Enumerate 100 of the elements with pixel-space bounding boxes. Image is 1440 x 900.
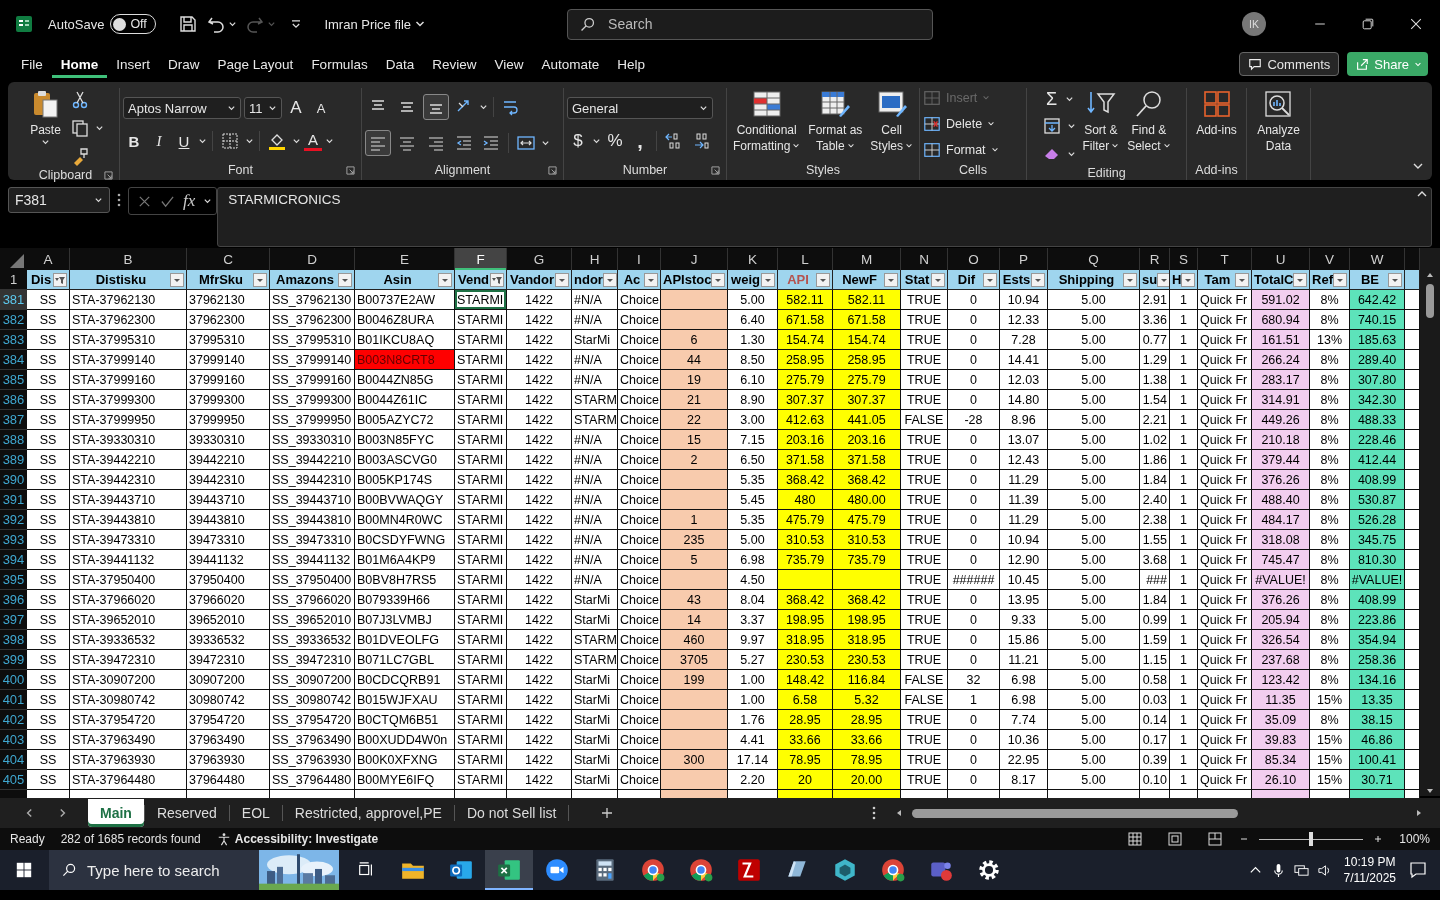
row-number[interactable]: 404 (0, 750, 27, 770)
dialog-launcher-icon[interactable] (346, 165, 355, 175)
filter-button[interactable] (253, 272, 267, 287)
row-number[interactable]: 381 (0, 290, 27, 310)
underline-button[interactable]: U (173, 130, 195, 152)
file-name[interactable]: Imran Price file (324, 16, 412, 32)
filter-button[interactable] (931, 272, 945, 287)
zoom-in-icon[interactable] (1373, 834, 1384, 844)
editing-button[interactable]: Find & Select (1125, 88, 1173, 154)
menu-tab[interactable]: Draw (159, 50, 209, 78)
menu-tab[interactable]: View (485, 50, 533, 78)
filter-button[interactable] (438, 272, 452, 287)
comma-style-button[interactable]: , (629, 130, 651, 152)
row-number[interactable]: 391 (0, 490, 27, 510)
save-icon[interactable] (178, 14, 199, 34)
column-letter[interactable]: A (27, 248, 70, 270)
caret-icon[interactable] (541, 138, 550, 148)
menu-tab[interactable]: Help (608, 50, 655, 78)
accessibility-icon[interactable] (216, 832, 231, 846)
caret-icon[interactable] (1067, 121, 1077, 131)
caret-icon[interactable] (592, 136, 601, 146)
cells-button[interactable]: Format (923, 140, 1023, 160)
sheet-tab[interactable]: Restricted, approvel,PE (282, 799, 454, 827)
row-number[interactable]: 395 (0, 570, 27, 590)
filter-button[interactable] (338, 272, 352, 287)
filter-button[interactable] (1293, 272, 1308, 287)
accessibility-status[interactable]: Accessibility: Investigate (234, 832, 379, 846)
caret-icon[interactable] (94, 123, 104, 133)
search-field[interactable]: Search (567, 8, 934, 40)
sheet-tab[interactable]: EOL (229, 799, 282, 827)
scroll-thumb[interactable] (912, 808, 1238, 818)
column-letter[interactable]: D (270, 248, 355, 270)
column-letter[interactable]: W (1350, 248, 1405, 270)
clock-date[interactable]: 7/11/2025 (1343, 870, 1396, 886)
row-number[interactable]: 394 (0, 550, 27, 570)
insert-function-button[interactable]: fx (183, 191, 196, 211)
column-letter[interactable]: L (778, 248, 833, 270)
speaker-icon[interactable] (1316, 862, 1332, 878)
font-color-button[interactable]: A (304, 131, 322, 151)
row-number[interactable]: 387 (0, 410, 27, 430)
filter-button[interactable] (53, 272, 67, 287)
filter-button[interactable] (1388, 272, 1402, 287)
column-letter[interactable]: K (728, 248, 778, 270)
column-letter[interactable]: P (1000, 248, 1048, 270)
column-letter[interactable]: R (1140, 248, 1170, 270)
network-icon[interactable] (1293, 862, 1309, 878)
menu-tab[interactable]: Automate (532, 50, 609, 78)
filter-button[interactable] (602, 272, 617, 287)
row-number[interactable]: 399 (0, 650, 27, 670)
sheet-tab[interactable]: Do not Sell list (454, 799, 569, 827)
dialog-launcher-icon[interactable] (711, 165, 720, 175)
editing-button[interactable]: Sort & Filter (1080, 88, 1122, 154)
filter-button[interactable] (711, 272, 726, 287)
name-box[interactable]: F381 (8, 187, 110, 213)
row-number[interactable]: 385 (0, 370, 27, 390)
column-letter[interactable]: J (661, 248, 728, 270)
menu-tab[interactable]: Home (51, 50, 108, 78)
analyze-data-button[interactable]: Analyze Data (1255, 88, 1302, 154)
taskbar-search-field[interactable]: Type here to search (49, 850, 259, 890)
windows-start-icon[interactable] (15, 861, 33, 879)
column-letter[interactable]: E (355, 248, 455, 270)
column-letter[interactable]: B (70, 248, 187, 270)
caret-icon[interactable] (1067, 149, 1077, 159)
more-icon[interactable] (872, 805, 876, 821)
chevron-icon[interactable] (415, 19, 426, 29)
caret-icon[interactable] (325, 136, 334, 146)
row-number[interactable]: 1 (0, 270, 27, 290)
styles-button[interactable]: Conditional Formatting (730, 88, 803, 154)
caret-icon[interactable] (203, 196, 213, 206)
row-number[interactable]: 383 (0, 330, 27, 350)
caret-icon[interactable] (479, 102, 488, 112)
styles-button[interactable]: Format as Table (806, 88, 865, 154)
filter-button[interactable] (555, 272, 569, 287)
filter-button[interactable] (1333, 272, 1347, 287)
row-number[interactable]: 392 (0, 510, 27, 530)
menu-tab[interactable]: Page Layout (208, 50, 303, 78)
font-size-dropdown[interactable]: 11 (244, 97, 282, 119)
filter-button[interactable] (1123, 272, 1137, 287)
row-number[interactable]: 397 (0, 610, 27, 630)
column-letter[interactable]: H (572, 248, 618, 270)
row-number[interactable]: 390 (0, 470, 27, 490)
horizontal-align-icon[interactable] (365, 130, 391, 156)
filter-button[interactable] (1181, 272, 1196, 287)
notification-icon[interactable] (1408, 860, 1428, 880)
row-number[interactable]: 401 (0, 690, 27, 710)
italic-button[interactable]: I (148, 130, 170, 152)
filter-button[interactable] (983, 272, 997, 287)
autosum-button[interactable]: Σ (1040, 88, 1063, 110)
close-icon[interactable] (1408, 16, 1424, 32)
filter-button[interactable] (490, 272, 504, 287)
dialog-launcher-icon[interactable] (104, 170, 113, 180)
column-letter[interactable]: O (948, 248, 1000, 270)
dialog-launcher-icon[interactable] (548, 165, 557, 175)
shrink-font-button[interactable]: A (310, 97, 332, 119)
row-number[interactable]: 382 (0, 310, 27, 330)
font-name-dropdown[interactable]: Aptos Narrow (123, 97, 241, 119)
row-number[interactable]: 393 (0, 530, 27, 550)
bold-button[interactable]: B (123, 130, 145, 152)
grow-font-button[interactable]: A (285, 97, 307, 119)
paste-button[interactable]: Paste (27, 88, 64, 147)
